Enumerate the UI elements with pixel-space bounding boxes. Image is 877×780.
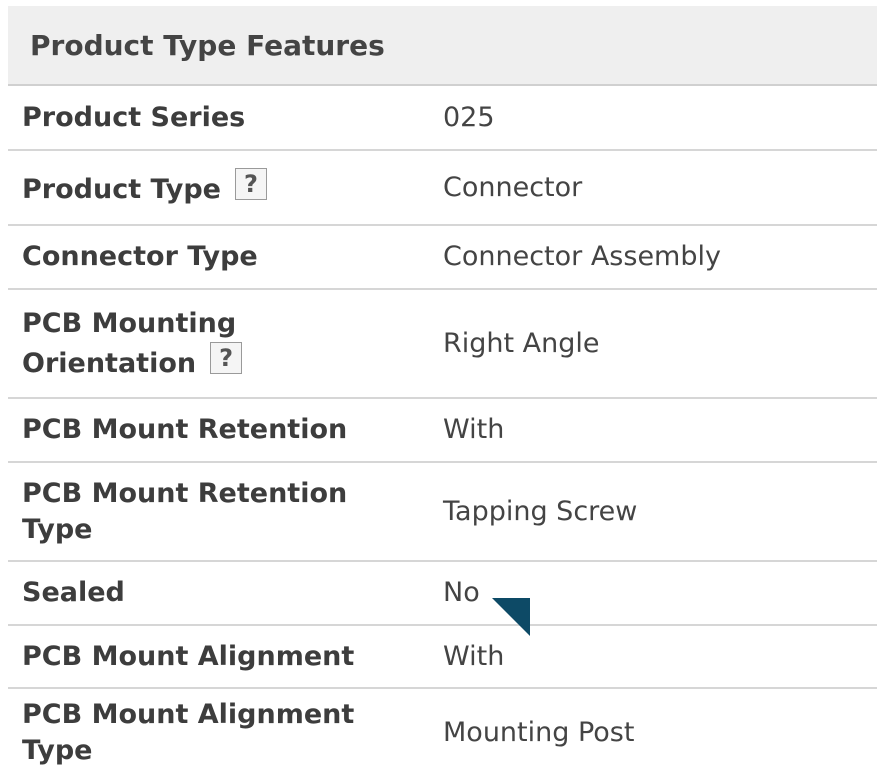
help-icon[interactable]: ?: [210, 341, 243, 374]
feature-label: PCB Mount Alignment: [22, 640, 355, 672]
table-row: Sealed No: [8, 562, 877, 626]
feature-value: With: [443, 640, 505, 672]
product-type-features-panel: Product Type Features Product Series 025…: [8, 6, 877, 780]
feature-label-text: PCB Mounting Orientation: [22, 307, 237, 379]
feature-label: PCB Mount Alignment Type: [22, 699, 355, 766]
feature-value: No: [443, 577, 480, 608]
feature-value: Tapping Screw: [443, 495, 638, 527]
feature-label: PCB Mount Retention Type: [22, 477, 348, 545]
table-row: PCB Mounting Orientation? Right Angle: [8, 290, 877, 399]
panel-header: Product Type Features: [8, 6, 877, 86]
feature-label: PCB Mounting Orientation?: [8, 306, 308, 382]
feature-value: Mounting Post: [443, 717, 635, 748]
feature-value: With: [443, 414, 505, 445]
panel-title: Product Type Features: [30, 28, 385, 62]
table-row: PCB Mount Retention Type Tapping Screw: [8, 463, 877, 562]
feature-label: Connector Type: [22, 241, 258, 272]
feature-label: Product Type?: [8, 167, 443, 208]
feature-value: Right Angle: [443, 327, 600, 359]
feature-value: Connector Assembly: [443, 241, 721, 272]
feature-label-text: Product Type: [22, 173, 221, 205]
feature-value: 025: [443, 101, 495, 133]
feature-label: Product Series: [22, 101, 246, 133]
help-icon[interactable]: ?: [234, 167, 267, 200]
feature-label: Sealed: [22, 577, 125, 608]
feature-label: PCB Mount Retention: [22, 414, 348, 445]
table-row: Connector Type Connector Assembly: [8, 226, 877, 290]
table-row: Product Series 025: [8, 86, 877, 151]
features-table: Product Series 025 Product Type? Connect…: [8, 86, 877, 777]
feature-value: Connector: [443, 171, 583, 203]
table-row: PCB Mount Alignment Type Mounting Post: [8, 689, 877, 777]
table-row: Product Type? Connector: [8, 151, 877, 226]
table-row: PCB Mount Alignment With: [8, 626, 877, 689]
table-row: PCB Mount Retention With: [8, 399, 877, 463]
